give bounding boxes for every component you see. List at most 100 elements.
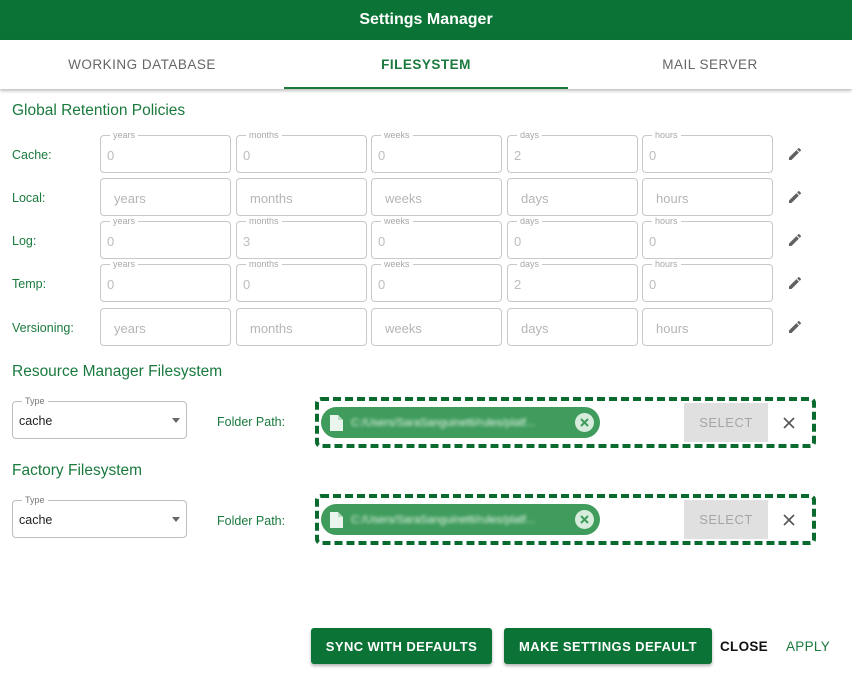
months-input[interactable]: months 3: [236, 216, 367, 259]
tab-filesystem[interactable]: FILESYSTEM: [284, 40, 568, 89]
years-input[interactable]: years: [100, 308, 231, 346]
hours-input[interactable]: hours 0: [642, 259, 773, 302]
days-input[interactable]: days: [507, 308, 638, 346]
retention-row-label: Local:: [12, 191, 46, 205]
retention-row-label: Temp:: [12, 277, 47, 291]
folder-path-text: C:/Users/SaraSanguinetti/rules/platf...: [351, 513, 536, 526]
factory-fs-title: Factory Filesystem: [12, 462, 143, 479]
years-input[interactable]: years: [100, 178, 231, 216]
years-input[interactable]: years 0: [100, 259, 231, 302]
pencil-icon[interactable]: [783, 142, 807, 166]
folder-path-text: C:/Users/SaraSanguinetti/rules/platf...: [351, 416, 536, 429]
field-label: hours: [652, 130, 681, 140]
hours-input[interactable]: hours 0: [642, 216, 773, 259]
pencil-icon[interactable]: [783, 271, 807, 295]
field-value: 0: [514, 234, 522, 249]
field-placeholder: years: [114, 321, 146, 336]
tab-working-database[interactable]: WORKING DATABASE: [0, 40, 284, 89]
days-input[interactable]: days 2: [507, 130, 638, 173]
pencil-icon[interactable]: [783, 185, 807, 209]
factory-type-select[interactable]: Type cache: [12, 495, 187, 538]
file-icon: [330, 511, 343, 528]
field-label: hours: [652, 259, 681, 269]
days-input[interactable]: days: [507, 178, 638, 216]
remove-chip-icon[interactable]: [575, 413, 594, 432]
field-value: 0: [243, 277, 251, 292]
years-input[interactable]: years 0: [100, 216, 231, 259]
field-placeholder: days: [521, 321, 549, 336]
sync-with-defaults-button[interactable]: SYNC WITH DEFAULTS: [311, 628, 492, 664]
retention-title: Global Retention Policies: [12, 102, 186, 119]
field-value: 2: [514, 148, 522, 163]
field-label: years: [110, 259, 139, 269]
resource-folder-path-box: C:/Users/SaraSanguinetti/rules/platf... …: [315, 397, 816, 448]
make-settings-default-button[interactable]: MAKE SETTINGS DEFAULT: [504, 628, 712, 664]
weeks-input[interactable]: weeks 0: [371, 259, 502, 302]
pencil-icon[interactable]: [783, 315, 807, 339]
close-button[interactable]: CLOSE: [719, 628, 769, 664]
hours-input[interactable]: hours 0: [642, 130, 773, 173]
select-folder-button[interactable]: SELECT: [684, 403, 768, 442]
days-input[interactable]: days 2: [507, 259, 638, 302]
tab-bar: WORKING DATABASE FILESYSTEM MAIL SERVER: [0, 40, 852, 89]
field-label: hours: [652, 216, 681, 226]
field-label: days: [517, 130, 543, 140]
field-label: days: [517, 216, 543, 226]
resource-fs-title: Resource Manager Filesystem: [12, 363, 223, 380]
field-placeholder: weeks: [385, 191, 422, 206]
hours-input[interactable]: hours: [642, 178, 773, 216]
field-placeholder: hours: [656, 191, 689, 206]
field-placeholder: weeks: [385, 321, 422, 336]
weeks-input[interactable]: weeks: [371, 308, 502, 346]
resource-type-select[interactable]: Type cache: [12, 396, 187, 439]
select-folder-button[interactable]: SELECT: [684, 500, 768, 539]
field-label: years: [110, 216, 139, 226]
folder-path-chip[interactable]: C:/Users/SaraSanguinetti/rules/platf...: [321, 407, 600, 438]
hours-input[interactable]: hours: [642, 308, 773, 346]
retention-row-label: Cache:: [12, 148, 52, 162]
weeks-input[interactable]: weeks: [371, 178, 502, 216]
factory-folder-path-box: C:/Users/SaraSanguinetti/rules/platf... …: [315, 494, 816, 545]
folder-path-chip[interactable]: C:/Users/SaraSanguinetti/rules/platf...: [321, 504, 600, 535]
field-placeholder: years: [114, 191, 146, 206]
field-placeholder: days: [521, 191, 549, 206]
field-value: 0: [107, 277, 115, 292]
window-title: Settings Manager: [0, 0, 852, 40]
folder-path-label: Folder Path:: [217, 415, 286, 429]
field-label: months: [246, 130, 282, 140]
months-input[interactable]: months 0: [236, 259, 367, 302]
tab-mail-server[interactable]: MAIL SERVER: [568, 40, 852, 89]
field-placeholder: hours: [656, 321, 689, 336]
months-input[interactable]: months: [236, 178, 367, 216]
type-label: Type: [22, 495, 48, 505]
folder-path-label: Folder Path:: [217, 514, 286, 528]
clear-path-icon[interactable]: [779, 510, 799, 530]
field-value: 0: [649, 234, 657, 249]
field-placeholder: months: [250, 191, 293, 206]
field-label: months: [246, 216, 282, 226]
field-placeholder: months: [250, 321, 293, 336]
field-label: weeks: [381, 130, 413, 140]
dropdown-arrow-icon: [172, 517, 180, 522]
years-input[interactable]: years 0: [100, 130, 231, 173]
months-input[interactable]: months: [236, 308, 367, 346]
clear-path-icon[interactable]: [779, 413, 799, 433]
apply-button[interactable]: APPLY: [782, 628, 834, 664]
file-icon: [330, 414, 343, 431]
type-value: cache: [19, 414, 53, 428]
weeks-input[interactable]: weeks 0: [371, 130, 502, 173]
weeks-input[interactable]: weeks 0: [371, 216, 502, 259]
field-value: 0: [378, 148, 386, 163]
field-value: 0: [649, 277, 657, 292]
field-value: 3: [243, 234, 251, 249]
field-value: 2: [514, 277, 522, 292]
field-label: days: [517, 259, 543, 269]
field-label: years: [110, 130, 139, 140]
field-value: 0: [378, 277, 386, 292]
pencil-icon[interactable]: [783, 228, 807, 252]
remove-chip-icon[interactable]: [575, 510, 594, 529]
months-input[interactable]: months 0: [236, 130, 367, 173]
type-value: cache: [19, 513, 53, 527]
field-value: 0: [378, 234, 386, 249]
days-input[interactable]: days 0: [507, 216, 638, 259]
